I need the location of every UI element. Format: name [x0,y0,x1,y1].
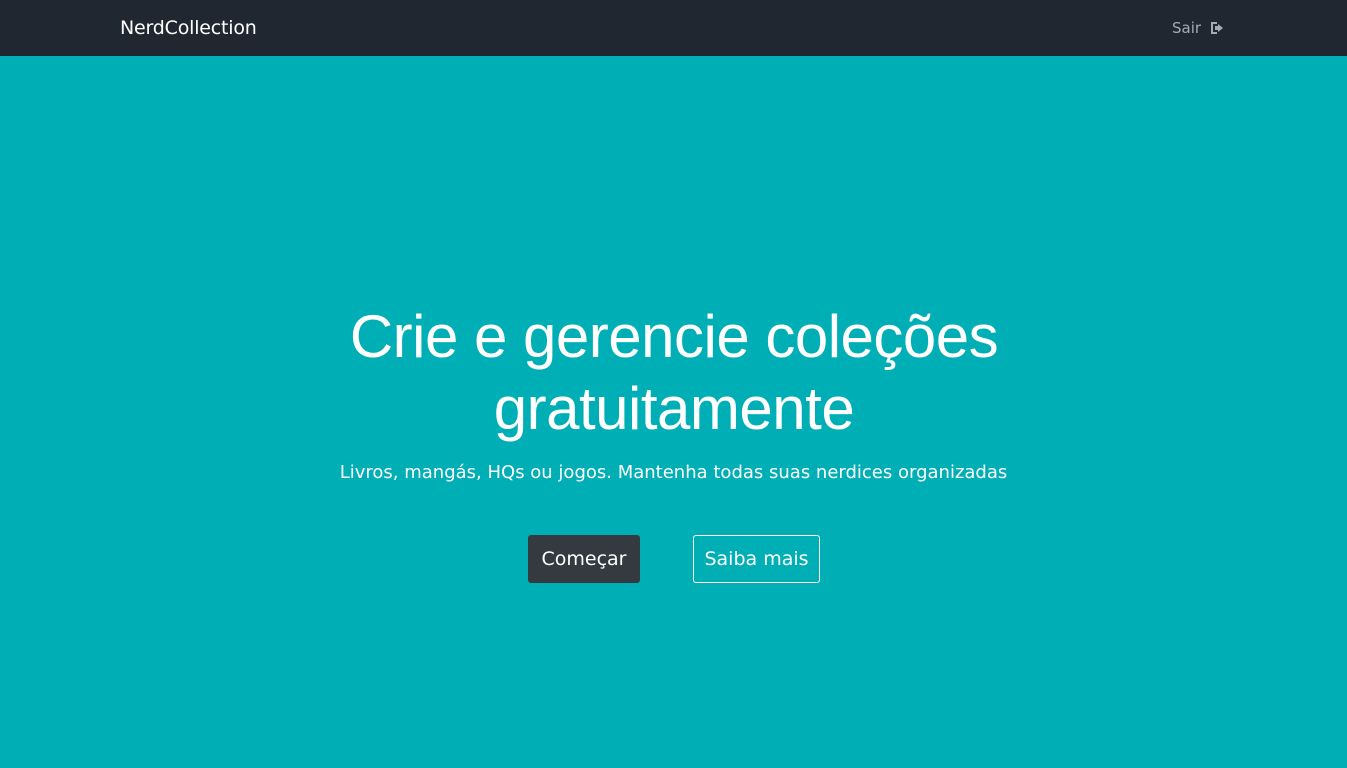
hero-title: Crie e gerencie coleções gratuitamente [349,303,999,442]
sign-out-icon [1209,20,1225,36]
hero-section: Crie e gerencie coleções gratuitamente L… [0,56,1347,768]
top-navbar: NerdCollection Sair [0,0,1347,56]
brand-link[interactable]: NerdCollection [120,16,257,40]
logout-label: Sair [1172,19,1202,37]
logout-link[interactable]: Sair [1172,18,1225,38]
learn-more-button[interactable]: Saiba mais [693,535,820,583]
start-button[interactable]: Começar [528,535,640,583]
hero-subtitle: Livros, mangás, HQs ou jogos. Mantenha t… [339,462,1008,483]
